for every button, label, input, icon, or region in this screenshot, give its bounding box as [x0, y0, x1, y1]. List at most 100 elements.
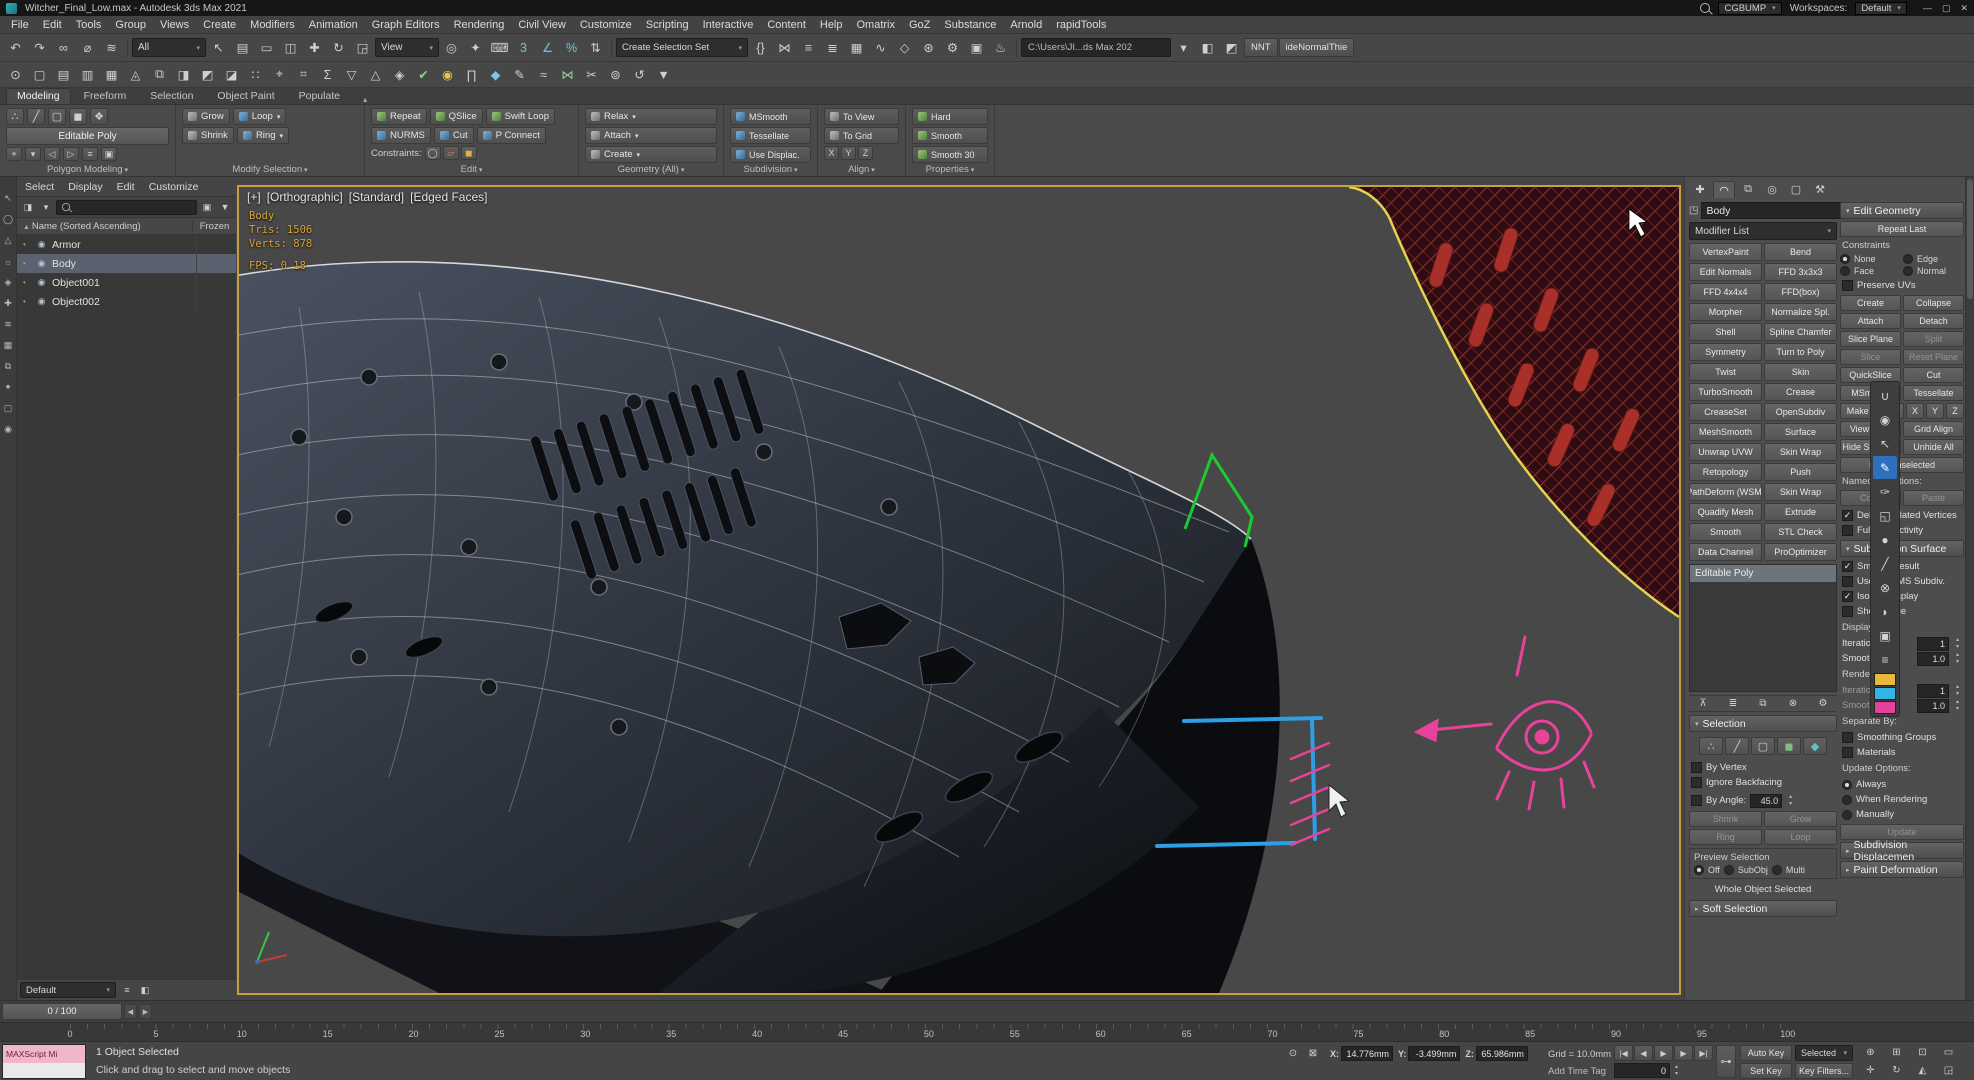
explorer-search-input[interactable]: [56, 200, 197, 215]
modifier-button[interactable]: Extrude: [1764, 503, 1837, 521]
checkbox-row[interactable]: Smoothing Groups: [1840, 730, 1964, 745]
radio[interactable]: [1903, 266, 1913, 276]
checkbox-row[interactable]: Materials: [1840, 745, 1964, 760]
edit-named-sets-icon[interactable]: {}: [749, 37, 772, 59]
menu-item[interactable]: Help: [813, 19, 850, 31]
explorer-sort-icon[interactable]: ▾: [38, 199, 54, 215]
checkbox-row[interactable]: Full Interactivity: [1840, 523, 1964, 538]
make-unique-icon[interactable]: ⧉: [1755, 696, 1771, 711]
play-icon[interactable]: ▶: [1654, 1045, 1673, 1061]
palette-magnet-icon[interactable]: ∪: [1873, 384, 1897, 407]
normal-align-icon[interactable]: ◪: [220, 64, 243, 86]
explorer-geometry-filter-icon[interactable]: ◯: [1, 212, 16, 227]
select-and-move-icon[interactable]: ✚: [303, 37, 326, 59]
nnt-button[interactable]: NNT: [1244, 38, 1278, 57]
radio[interactable]: [1842, 810, 1852, 820]
grids-icon[interactable]: △: [364, 64, 387, 86]
key-filters-button[interactable]: Key Filters...: [1795, 1063, 1853, 1079]
open-explorer-icon[interactable]: ▦: [100, 64, 123, 86]
ribbon-minimize-icon[interactable]: ▴: [359, 95, 371, 104]
ribbon-tab[interactable]: Populate: [288, 88, 351, 104]
render-preset-icon[interactable]: ▾: [1172, 37, 1195, 59]
frozen-toggle[interactable]: [196, 254, 236, 273]
coordinate-field[interactable]: -3.499mm: [1408, 1046, 1460, 1061]
axis-button[interactable]: Y: [1926, 403, 1944, 419]
key-set-dropdown[interactable]: Selected▾: [1795, 1045, 1853, 1061]
expand-icon[interactable]: [23, 240, 31, 249]
explorer-menu-item[interactable]: Display: [62, 181, 108, 193]
explorer-list-view-icon[interactable]: ≡: [119, 982, 135, 998]
color-swatch[interactable]: [1874, 687, 1896, 700]
element-icon[interactable]: ❖: [90, 108, 108, 125]
by-angle-value[interactable]: 45.0: [1750, 794, 1782, 808]
time-slider-handle[interactable]: 0 / 100: [2, 1003, 122, 1020]
use-pivot-point-center-icon[interactable]: ◎: [440, 37, 463, 59]
set-key-button[interactable]: Set Key: [1740, 1063, 1792, 1079]
snap-center-icon[interactable]: ⌖: [268, 64, 291, 86]
shrink-button[interactable]: Shrink: [182, 127, 234, 144]
preview-selection-option[interactable]: Multi: [1772, 865, 1805, 875]
editable-poly-button[interactable]: Editable Poly: [6, 127, 169, 145]
previous-frame-arrow[interactable]: ◀: [124, 1004, 137, 1019]
align-tool-icon[interactable]: ◨: [172, 64, 195, 86]
weld-vertices-icon[interactable]: ◉: [436, 64, 459, 86]
checkbox[interactable]: [1842, 510, 1853, 521]
relax-tool-icon[interactable]: ≈: [532, 64, 555, 86]
menu-item[interactable]: Views: [153, 19, 196, 31]
checkbox-row[interactable]: By Vertex: [1689, 760, 1837, 775]
ribbon-tab[interactable]: Freeform: [73, 88, 138, 104]
collapse-tool-icon[interactable]: ▼: [652, 64, 675, 86]
checkbox[interactable]: [1691, 777, 1702, 788]
spinner[interactable]: [1953, 699, 1962, 713]
checkbox-row[interactable]: Smooth Result: [1840, 559, 1964, 574]
spacing-tool-icon[interactable]: ∷: [244, 64, 267, 86]
radio[interactable]: [1694, 865, 1704, 875]
modifier-button[interactable]: Retopology: [1689, 463, 1762, 481]
maximize-viewport-icon[interactable]: ◲: [1936, 1062, 1961, 1079]
chamfer-icon[interactable]: ◆: [484, 64, 507, 86]
explorer-find-icon[interactable]: ◨: [20, 199, 36, 215]
menu-item[interactable]: Interactive: [696, 19, 761, 31]
modifier-button[interactable]: VertexPaint: [1689, 243, 1762, 261]
modifier-button[interactable]: Bend: [1764, 243, 1837, 261]
mirror-tool-icon[interactable]: ◬: [124, 64, 147, 86]
palette-dot-icon[interactable]: ●: [1873, 528, 1897, 551]
next-level-icon[interactable]: ▷: [63, 147, 79, 161]
modifier-button[interactable]: Normalize Spl.: [1764, 303, 1837, 321]
modifier-button[interactable]: OpenSubdiv: [1764, 403, 1837, 421]
subdivision-tool-button[interactable]: Tessellate: [730, 127, 811, 144]
modify-tab-icon[interactable]: ◠: [1713, 181, 1735, 198]
uvw-mapping-icon[interactable]: ◈: [388, 64, 411, 86]
scene-object-row[interactable]: Armor: [17, 235, 236, 254]
redo-icon[interactable]: ↷: [28, 37, 51, 59]
pin-stack-icon[interactable]: ⊼: [1695, 696, 1711, 711]
modifier-button[interactable]: Symmetry: [1689, 343, 1762, 361]
next-frame-icon[interactable]: ▶: [1674, 1045, 1693, 1061]
value-field[interactable]: 1: [1917, 684, 1949, 698]
previous-level-icon[interactable]: ◁: [44, 147, 60, 161]
named-views-icon[interactable]: ▽: [340, 64, 363, 86]
menu-item[interactable]: Animation: [302, 19, 365, 31]
axis-button[interactable]: Z: [858, 146, 873, 160]
preserve-uvs-row[interactable]: Preserve UVs: [1840, 278, 1964, 293]
paint-weights-icon[interactable]: ✎: [508, 64, 531, 86]
command-panel-scrollbar[interactable]: [1965, 177, 1974, 1000]
modifier-button[interactable]: Data Channel: [1689, 543, 1762, 561]
scene-object-row[interactable]: Object001: [17, 273, 236, 292]
to-view-button[interactable]: To View: [824, 108, 899, 125]
frozen-column-header[interactable]: Frozen: [192, 221, 236, 232]
palette-list-icon[interactable]: ≡: [1873, 648, 1897, 671]
frozen-toggle[interactable]: [196, 235, 236, 254]
scene-explorer-toggle-icon[interactable]: ▥: [76, 64, 99, 86]
edit-tool-button[interactable]: QSlice: [430, 108, 483, 125]
viewport-layout-icon[interactable]: ◧: [1196, 37, 1219, 59]
modifier-button[interactable]: PathDeform (WSM): [1689, 483, 1762, 501]
color-swatch[interactable]: [1874, 673, 1896, 686]
menu-item[interactable]: Substance: [937, 19, 1003, 31]
subdivision-surface-rollout-header[interactable]: Subdivision Surface: [1840, 540, 1964, 557]
spinner[interactable]: [1672, 1064, 1681, 1078]
radio[interactable]: [1842, 780, 1852, 790]
timeline-ruler[interactable]: 0510152025303540455055606570758085909510…: [0, 1022, 1974, 1041]
utilities-tab-icon[interactable]: ⚒: [1809, 181, 1831, 198]
percent-snap-icon[interactable]: %: [560, 37, 583, 59]
